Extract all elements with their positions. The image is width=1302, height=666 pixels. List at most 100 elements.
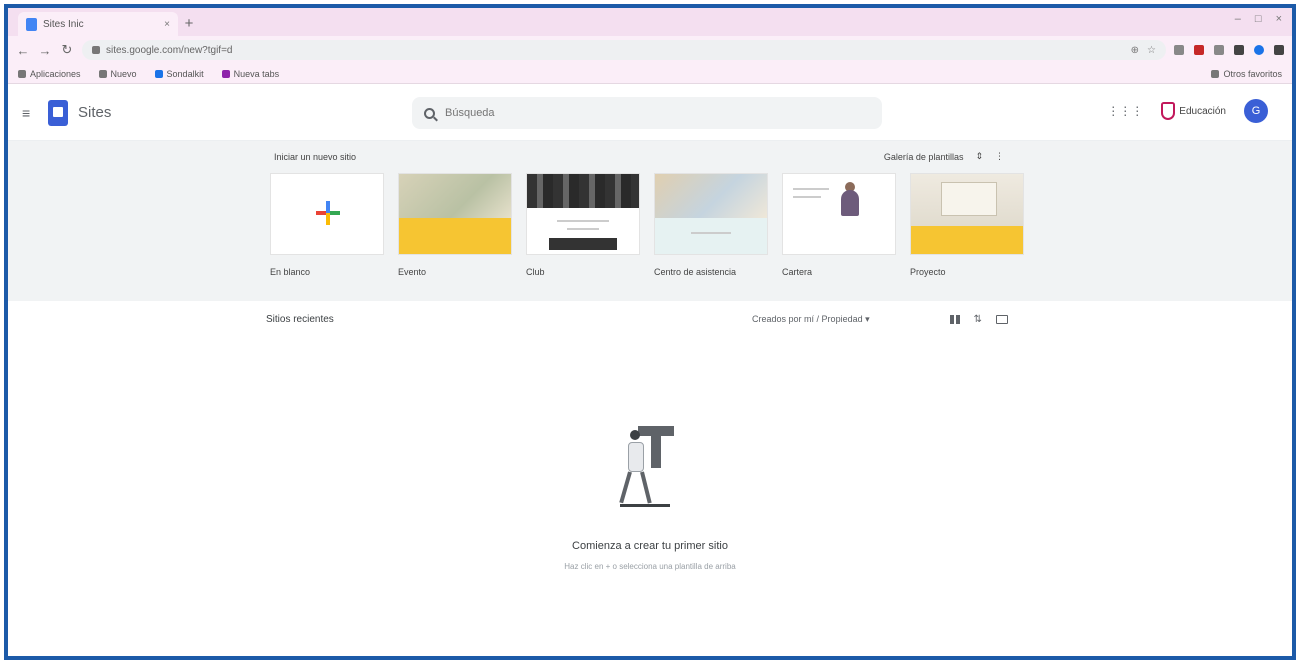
template-thumbnail[interactable] xyxy=(398,173,512,255)
open-file-picker-icon[interactable] xyxy=(996,315,1008,324)
empty-state-subtitle: Haz clic en + o selecciona una plantilla… xyxy=(564,562,736,571)
template-thumbnail[interactable] xyxy=(270,173,384,255)
template-label: Club xyxy=(526,267,545,277)
bookmark-star-icon[interactable]: ☆ xyxy=(1147,45,1156,56)
thumbnail-text-line xyxy=(793,188,829,190)
app-name[interactable]: Sites xyxy=(78,104,111,121)
education-logo-icon xyxy=(1161,102,1176,120)
thumbnail-yellow-band xyxy=(911,226,1023,254)
bookmark-item[interactable]: Nuevo xyxy=(98,69,137,79)
thumbnail-text-line xyxy=(567,228,599,230)
red-extension-icon[interactable] xyxy=(1194,45,1204,55)
folder-icon xyxy=(1211,69,1220,78)
recent-sites-title: Sitios recientes xyxy=(266,314,334,325)
sites-logo-icon[interactable] xyxy=(48,99,68,126)
empty-state-title: Comienza a crear tu primer sitio xyxy=(572,540,728,552)
grid-view-icon[interactable] xyxy=(949,315,960,324)
account-chip[interactable]: Educación xyxy=(1161,102,1226,120)
zoom-icon[interactable]: ⊕ xyxy=(1131,45,1139,56)
tab-strip: Sites Inic × + – □ × xyxy=(8,8,1292,36)
account-label: Educación xyxy=(1179,105,1226,117)
puzzle-icon[interactable] xyxy=(1234,45,1244,55)
extension-icon[interactable] xyxy=(1174,45,1184,55)
header-actions: ⋮⋮⋮ Educación G xyxy=(1107,99,1268,123)
template-label: Evento xyxy=(398,267,427,277)
thumbnail-image xyxy=(527,174,639,208)
template-label: Centro de asistencia xyxy=(654,267,737,277)
minimize-button[interactable]: – xyxy=(1235,13,1241,25)
bookmark-item[interactable]: Aplicaciones xyxy=(18,69,81,79)
back-button[interactable]: ← xyxy=(16,43,30,58)
bookmark-label: Aplicaciones xyxy=(30,68,81,79)
close-window-button[interactable]: × xyxy=(1276,13,1282,25)
extensions-area xyxy=(1174,45,1284,55)
expand-icon[interactable]: ⇕ xyxy=(975,151,983,162)
sites-favicon-icon xyxy=(26,17,37,31)
apps-icon xyxy=(18,69,26,78)
owner-filter-dropdown[interactable]: Creados por mí / Propiedad ▾ xyxy=(752,314,870,325)
template-thumbnail[interactable] xyxy=(654,173,768,255)
thumbnail-image xyxy=(399,174,511,220)
thumbnail-mint-band xyxy=(655,218,767,254)
forward-button[interactable]: → xyxy=(38,43,52,58)
maximize-button[interactable]: □ xyxy=(1255,13,1262,25)
profile-icon[interactable] xyxy=(1254,45,1264,55)
thumbnail-image xyxy=(911,174,1023,226)
more-options-icon[interactable]: ⋮ xyxy=(995,151,1004,162)
browser-tab[interactable]: Sites Inic × xyxy=(18,12,178,36)
extension-icon[interactable] xyxy=(1214,45,1224,55)
browser-toolbar: ← → ↻ sites.google.com/new?tgif=d ⊕ ☆ xyxy=(8,36,1292,64)
google-apps-icon[interactable]: ⋮⋮⋮ xyxy=(1107,104,1143,118)
template-thumbnail[interactable] xyxy=(782,173,896,255)
window-controls: – □ × xyxy=(1235,13,1282,25)
empty-state-illustration xyxy=(619,408,680,518)
purple-bookmark-icon xyxy=(221,69,230,78)
thumbnail-text-line xyxy=(793,196,821,198)
browser-menu-icon[interactable] xyxy=(1274,45,1284,55)
template-event[interactable]: Evento xyxy=(398,173,512,277)
hamburger-menu-icon[interactable]: ≡ xyxy=(22,105,48,121)
gallery-header: Iniciar un nuevo sitio Galería de planti… xyxy=(274,151,1004,162)
view-options: ⇅ xyxy=(949,314,1008,325)
template-portfolio[interactable]: Cartera xyxy=(782,173,896,277)
tab-title: Sites Inic xyxy=(43,18,84,30)
thumbnail-yellow-band xyxy=(399,218,511,254)
gallery-actions: Galería de plantillas ⇕ ⋮ xyxy=(884,151,1004,162)
template-gallery-link[interactable]: Galería de plantillas xyxy=(884,152,964,162)
thumbnail-person xyxy=(841,190,859,216)
bookmark-label: Sondalkit xyxy=(166,68,204,79)
avatar[interactable]: G xyxy=(1244,99,1268,123)
bookmark-label: Nueva tabs xyxy=(233,68,280,79)
template-gallery: Iniciar un nuevo sitio Galería de planti… xyxy=(8,141,1292,301)
bookmarks-bar: Aplicaciones Nuevo Sondalkit Nueva tabs … xyxy=(8,64,1292,84)
tab-close-icon[interactable]: × xyxy=(164,19,170,30)
bookmark-item[interactable]: Nueva tabs xyxy=(221,68,280,79)
url-text[interactable]: sites.google.com/new?tgif=d xyxy=(106,45,1125,56)
bookmark-item[interactable]: Sondalkit xyxy=(154,68,204,79)
search-icon[interactable] xyxy=(424,107,435,119)
reload-button[interactable]: ↻ xyxy=(60,42,74,58)
template-thumbnail[interactable] xyxy=(910,173,1024,255)
template-club[interactable]: Club xyxy=(526,173,640,277)
new-tab-button[interactable]: + xyxy=(178,12,200,34)
template-blank[interactable]: En blanco xyxy=(270,173,384,277)
template-help-center[interactable]: Centro de asistencia xyxy=(654,173,768,277)
template-label: Proyecto xyxy=(910,267,946,277)
thumbnail-image xyxy=(549,238,617,250)
omnibox-actions: ⊕ ☆ xyxy=(1131,45,1156,56)
gallery-heading: Iniciar un nuevo sitio xyxy=(274,151,357,162)
thumbnail-text-line xyxy=(691,232,731,234)
search-input[interactable] xyxy=(445,107,870,119)
template-label: En blanco xyxy=(270,267,311,277)
browser-window: Sites Inic × + – □ × ← → ↻ sites.google.… xyxy=(4,4,1296,660)
lock-icon xyxy=(92,46,100,54)
other-bookmarks-label: Otros favoritos xyxy=(1223,68,1282,79)
address-bar[interactable]: sites.google.com/new?tgif=d ⊕ ☆ xyxy=(82,40,1166,60)
template-project[interactable]: Proyecto xyxy=(910,173,1024,277)
sort-icon[interactable]: ⇅ xyxy=(974,314,982,325)
template-thumbnail[interactable] xyxy=(526,173,640,255)
template-list: En blanco Evento Club Centro de asistenc… xyxy=(270,173,1024,277)
other-bookmarks[interactable]: Otros favoritos xyxy=(1211,69,1282,79)
recent-sites-header: Sitios recientes Creados por mí / Propie… xyxy=(266,314,1008,325)
search-bar[interactable] xyxy=(412,97,882,129)
